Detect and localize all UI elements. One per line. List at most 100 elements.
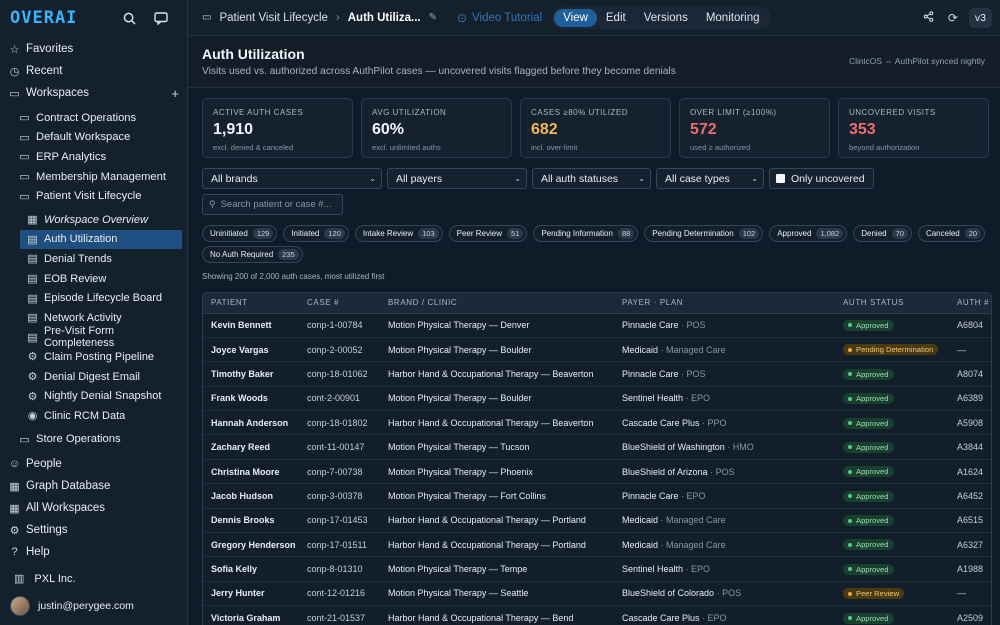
user-menu[interactable]: justin@perygee.com: [10, 596, 134, 616]
sidebar-toggle-icon[interactable]: ▭: [202, 12, 211, 23]
workspace-item[interactable]: ▭ Default Workspace: [0, 128, 187, 148]
payer-cell: BlueShield of Colorado · POS: [614, 581, 835, 607]
column-header[interactable]: PATIENT: [203, 293, 299, 314]
page-item[interactable]: ▤ Denial Trends: [0, 249, 187, 269]
workspace-label: Default Workspace: [36, 131, 131, 144]
org-switcher[interactable]: ▥ PXL Inc.: [14, 572, 76, 586]
search-input[interactable]: [220, 199, 331, 210]
column-header[interactable]: AUTH #: [949, 293, 991, 314]
sidebar-item-label: Favorites: [26, 43, 74, 55]
sidebar-item-label: Graph Database: [26, 480, 111, 493]
add-workspace-icon[interactable]: +: [171, 86, 179, 101]
auth-number-cell: —: [949, 581, 991, 607]
sidebar-item-favorites[interactable]: ☆ Favorites: [0, 38, 187, 60]
sidebar-item-settings[interactable]: ⚙ Settings: [0, 519, 187, 541]
separator: ·: [658, 539, 667, 550]
table-row[interactable]: Dennis Brooks conp-17-01453 Harbor Hand & …: [203, 508, 991, 534]
search-icon[interactable]: [113, 5, 145, 31]
column-header[interactable]: BRAND / CLINIC: [380, 293, 614, 314]
case-cell: cont-2-00901: [299, 386, 380, 412]
sidebar-item-recent[interactable]: ◷ Recent: [0, 60, 187, 82]
status-chip[interactable]: Uninitiated 129: [202, 225, 278, 242]
search-field[interactable]: ⚲: [202, 194, 343, 215]
payer-select[interactable]: All payers ⌄: [387, 168, 527, 189]
chip-count: 235: [278, 249, 299, 260]
brand-select[interactable]: All brands ⌄: [202, 168, 382, 189]
breadcrumb-parent[interactable]: Patient Visit Lifecycle: [219, 12, 327, 24]
patient-cell: Jacob Hudson: [203, 483, 299, 509]
table-row[interactable]: Jacob Hudson conp-3-00378 Motion Physical …: [203, 483, 991, 509]
workspace-item[interactable]: ▭ Contract Operations: [0, 108, 187, 128]
table-row[interactable]: Zachary Reed cont-11-00147 Motion Physical…: [203, 434, 991, 460]
document-icon: ▤: [27, 312, 38, 325]
page-item[interactable]: ⚙ Nightly Denial Snapshot: [0, 386, 187, 406]
auth-status-select[interactable]: All auth statuses ⌄: [532, 168, 651, 189]
status-label: Approved: [856, 613, 889, 623]
workspace-item[interactable]: ▭ ERP Analytics: [0, 147, 187, 167]
chat-icon[interactable]: [145, 5, 177, 31]
version-badge[interactable]: v3: [968, 8, 992, 28]
workspace-item[interactable]: ▭ Patient Visit Lifecycle: [0, 186, 187, 206]
separator: ·: [699, 417, 708, 428]
separator: ·: [678, 368, 687, 379]
status-chip[interactable]: Initiated 120: [283, 225, 349, 242]
table-row[interactable]: Victoria Graham cont-21-01537 Harbor Hand …: [203, 605, 991, 625]
refresh-icon[interactable]: ⟳: [941, 11, 965, 25]
column-header[interactable]: CASE #: [299, 293, 380, 314]
status-chip[interactable]: Denied 70: [853, 225, 912, 242]
page-item[interactable]: ▤ Episode Lifecycle Board: [0, 288, 187, 308]
page-item-active[interactable]: ▤ Auth Utilization: [20, 229, 182, 250]
table-row[interactable]: Frank Woods cont-2-00901 Motion Physical T…: [203, 386, 991, 412]
workspace-item[interactable]: ▭ Store Operations: [0, 430, 187, 450]
page-label: Pre-Visit Form Completeness: [43, 325, 115, 350]
status-chip[interactable]: No Auth Required 235: [202, 246, 303, 263]
case-type-select[interactable]: All case types ⌄: [656, 168, 764, 189]
tab-monitoring[interactable]: Monitoring: [697, 9, 769, 27]
app-logo[interactable]: OVERAI: [10, 8, 113, 28]
table-row[interactable]: Sofia Kelly conp-8-01310 Motion Physical T…: [203, 556, 991, 582]
workspace-item[interactable]: ▭ Membership Management: [0, 167, 187, 187]
table-row[interactable]: Jerry Hunter cont-12-01216 Motion Physical…: [203, 581, 991, 607]
sidebar-item-workspaces[interactable]: ▭ Workspaces +: [0, 82, 187, 104]
page-item[interactable]: ◉ Clinic RCM Data: [0, 406, 187, 426]
status-chip[interactable]: Intake Review 103: [354, 225, 443, 242]
plan-name: POS: [686, 368, 706, 379]
status-chip[interactable]: Peer Review 51: [448, 225, 528, 242]
table-row[interactable]: Timothy Baker conp-18-01062 Harbor Hand & …: [203, 361, 991, 387]
sidebar-item-all-workspaces[interactable]: ▦ All Workspaces: [0, 497, 187, 519]
table-row[interactable]: Joyce Vargas conp-2-00052 Motion Physical …: [203, 337, 991, 363]
page-item[interactable]: ▦ Workspace Overview: [0, 210, 187, 230]
sidebar-item-people[interactable]: ☺ People: [0, 453, 187, 475]
tab-view[interactable]: View: [554, 8, 597, 27]
table-row[interactable]: Hannah Anderson conp-18-01802 Harbor Hand …: [203, 410, 991, 436]
patient-cell: Sofia Kelly: [203, 556, 299, 582]
table-row[interactable]: Kevin Bennett conp-1-00784 Motion Physical…: [203, 313, 991, 338]
tab-versions[interactable]: Versions: [635, 9, 697, 27]
status-chip[interactable]: Approved 1,082: [769, 225, 848, 242]
status-cell: Approved: [835, 410, 949, 436]
table-row[interactable]: Christina Moore conp-7-00738 Motion Physic…: [203, 459, 991, 485]
chip-label: Uninitiated: [210, 229, 248, 238]
share-icon[interactable]: [917, 11, 941, 25]
status-chip[interactable]: Pending Information 88: [533, 225, 639, 242]
auth-number-cell: A6389: [949, 386, 991, 412]
status-badge: Approved: [843, 515, 894, 527]
clinic-cell: Motion Physical Therapy — Phoenix: [380, 459, 614, 485]
page-item[interactable]: ⚙ Denial Digest Email: [0, 367, 187, 387]
column-header[interactable]: AUTH STATUS: [835, 293, 949, 314]
tab-edit[interactable]: Edit: [597, 9, 635, 27]
column-header[interactable]: PAYER · PLAN: [614, 293, 835, 314]
sidebar-item-label: Help: [26, 546, 50, 559]
status-chip[interactable]: Pending Determination 102: [644, 225, 764, 242]
only-uncovered-checkbox[interactable]: Only uncovered: [769, 168, 874, 189]
table-row[interactable]: Gregory Henderson conp-17-01511 Harbor Han…: [203, 532, 991, 558]
sidebar-item-help[interactable]: ? Help: [0, 541, 187, 563]
chip-label: Intake Review: [362, 229, 414, 238]
page-item[interactable]: ▤ Pre-Visit Form Completeness: [0, 325, 187, 350]
page-item[interactable]: ▤ EOB Review: [0, 269, 187, 289]
page-item[interactable]: ⚙ Claim Posting Pipeline: [0, 347, 187, 367]
video-tutorial-button[interactable]: ⊙ Video Tutorial: [457, 11, 542, 25]
edit-icon[interactable]: ✎: [429, 12, 437, 23]
sidebar-item-graph-database[interactable]: ▦ Graph Database: [0, 475, 187, 497]
status-chip[interactable]: Canceled 20: [917, 225, 986, 242]
